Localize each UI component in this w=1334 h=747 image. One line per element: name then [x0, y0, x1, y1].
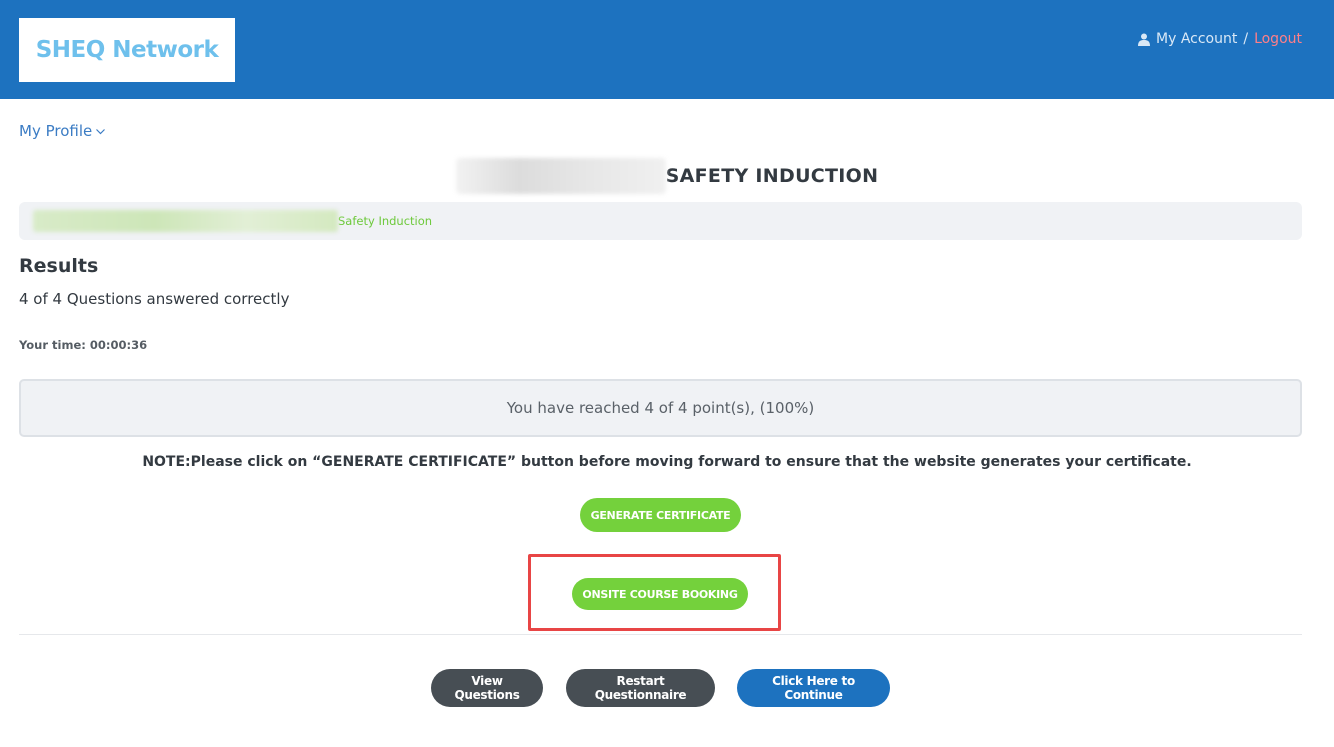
breadcrumb: Safety Induction [19, 202, 1302, 240]
points-text: You have reached 4 of 4 point(s), (100%) [506, 399, 815, 417]
site-header: SHEQ Network My Account / Logout [0, 0, 1334, 99]
logout-link[interactable]: Logout [1254, 31, 1302, 47]
certificate-note: NOTE:Please click on “GENERATE CERTIFICA… [142, 454, 1192, 470]
view-questions-button[interactable]: View Questions [431, 669, 543, 707]
my-profile-dropdown[interactable]: My Profile [19, 122, 106, 140]
my-account-link[interactable]: My Account [1156, 31, 1237, 47]
chevron-down-icon [96, 129, 106, 135]
redacted-breadcrumb [33, 210, 338, 232]
redacted-company-name [455, 158, 666, 194]
breadcrumb-current[interactable]: Safety Induction [338, 214, 432, 228]
user-icon [1138, 33, 1150, 46]
generate-certificate-button[interactable]: GENERATE CERTIFICATE [580, 498, 741, 532]
my-profile-label: My Profile [19, 122, 93, 140]
logo-text: SHEQ Network [35, 37, 219, 63]
continue-button[interactable]: Click Here to Continue [737, 669, 890, 707]
restart-questionnaire-button[interactable]: Restart Questionnaire [566, 669, 715, 707]
onsite-course-booking-button[interactable]: ONSITE COURSE BOOKING [572, 578, 748, 610]
results-heading: Results [19, 255, 99, 277]
points-box: You have reached 4 of 4 point(s), (100%) [19, 379, 1302, 437]
results-summary: 4 of 4 Questions answered correctly [19, 290, 290, 308]
logo[interactable]: SHEQ Network [19, 18, 235, 82]
page-title: SAFETY INDUCTION [665, 165, 879, 187]
your-time: Your time: 00:00:36 [19, 338, 148, 352]
course-title-row: SAFETY INDUCTION [0, 158, 1334, 194]
account-separator: / [1243, 31, 1249, 47]
divider [19, 634, 1302, 635]
account-menu: My Account / Logout [1138, 31, 1302, 47]
